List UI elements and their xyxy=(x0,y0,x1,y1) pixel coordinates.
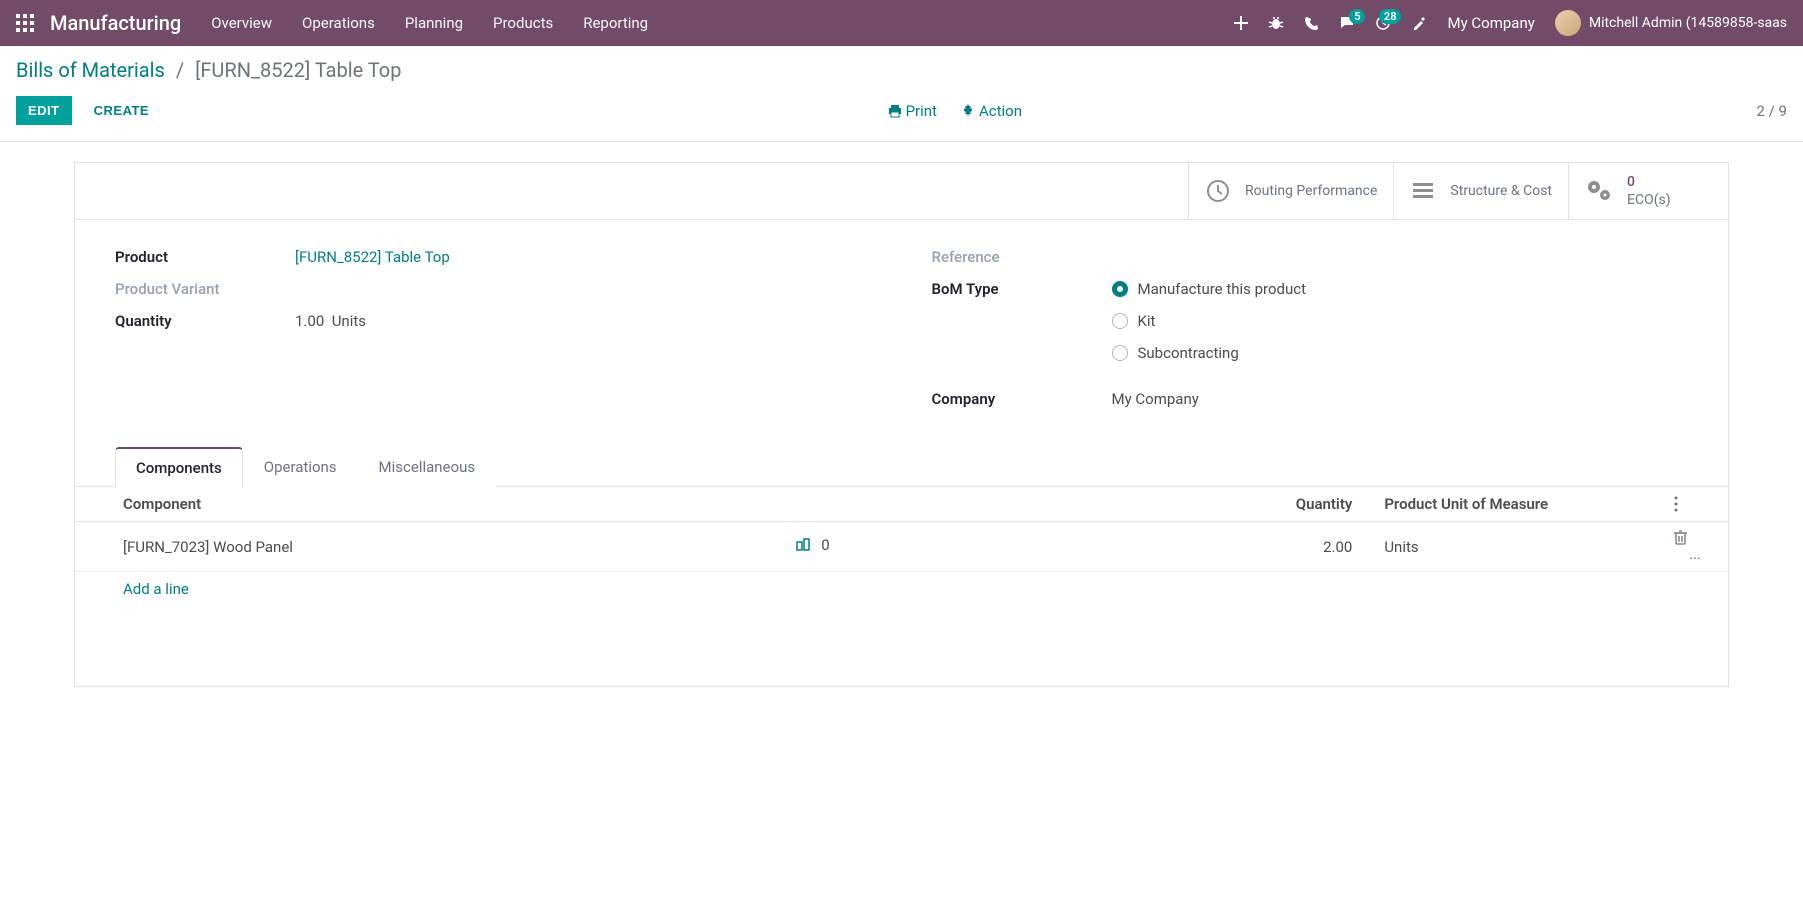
create-button[interactable]: CREATE xyxy=(90,96,153,125)
component-name: [FURN_7023] Wood Panel xyxy=(123,538,293,556)
phone-icon[interactable] xyxy=(1304,16,1319,31)
stat-routing[interactable]: Routing Performance xyxy=(1188,163,1393,219)
user-menu[interactable]: Mitchell Admin (14589858-saas xyxy=(1555,10,1787,36)
navbar-right: 5 28 My Company Mitchell Admin (14589858… xyxy=(1234,10,1787,36)
variant-label: Product Variant xyxy=(115,280,295,298)
trash-icon xyxy=(1674,530,1716,545)
reference-label: Reference xyxy=(932,248,1112,266)
nav-planning[interactable]: Planning xyxy=(405,14,463,32)
print-icon xyxy=(888,104,902,118)
breadcrumb: Bills of Materials / [FURN_8522] Table T… xyxy=(16,58,1787,82)
tab-components-content: Component Quantity Product Unit of Measu… xyxy=(75,487,1728,686)
form-sheet: Routing Performance Structure & Cost 0EC… xyxy=(74,162,1729,687)
plus-icon[interactable] xyxy=(1234,16,1248,30)
print-button[interactable]: Print xyxy=(888,102,937,120)
forecast-icon[interactable] xyxy=(795,536,811,554)
nav-overview[interactable]: Overview xyxy=(211,14,272,32)
product-label: Product xyxy=(115,248,295,266)
clock-icon xyxy=(1205,178,1231,204)
qty-value: 1.00 Units xyxy=(295,312,872,330)
stat-buttons: Routing Performance Structure & Cost 0EC… xyxy=(75,163,1728,220)
form-right: Reference BoM Type Manufacture this prod… xyxy=(932,248,1689,422)
messaging-icon[interactable]: 5 xyxy=(1339,15,1355,31)
nav-products[interactable]: Products xyxy=(493,14,553,32)
activities-icon[interactable]: 28 xyxy=(1375,15,1391,31)
radio-checked-icon xyxy=(1112,281,1128,297)
radio-unchecked-icon xyxy=(1112,313,1128,329)
nav-links: Overview Operations Planning Products Re… xyxy=(211,14,648,32)
nav-operations[interactable]: Operations xyxy=(302,14,375,32)
bomtype-manufacture[interactable]: Manufacture this product xyxy=(1112,280,1689,298)
th-qty: Quantity xyxy=(1199,487,1364,522)
bomtype-kit[interactable]: Kit xyxy=(1112,312,1689,330)
action-button[interactable]: Action xyxy=(961,102,1022,120)
tab-components[interactable]: Components xyxy=(115,447,243,487)
breadcrumb-root[interactable]: Bills of Materials xyxy=(16,58,165,82)
gear-icon xyxy=(961,104,975,118)
tools-icon[interactable] xyxy=(1411,15,1427,31)
th-uom: Product Unit of Measure xyxy=(1364,487,1662,522)
breadcrumb-sep: / xyxy=(176,58,184,82)
stat-structure[interactable]: Structure & Cost xyxy=(1393,163,1568,219)
bomtype-subcontracting[interactable]: Subcontracting xyxy=(1112,344,1689,362)
radio-unchecked-icon xyxy=(1112,345,1128,361)
components-table: Component Quantity Product Unit of Measu… xyxy=(75,487,1728,572)
company-value: My Company xyxy=(1112,390,1689,408)
stat-eco[interactable]: 0ECO(s) xyxy=(1568,163,1728,219)
edit-button[interactable]: EDIT xyxy=(16,96,72,125)
add-line-link[interactable]: Add a line xyxy=(75,572,1728,606)
tab-misc[interactable]: Miscellaneous xyxy=(358,447,497,487)
reference-value xyxy=(1112,248,1689,266)
control-panel: Bills of Materials / [FURN_8522] Table T… xyxy=(0,46,1803,142)
bomtype-label: BoM Type xyxy=(932,280,1112,298)
tabs: Components Operations Miscellaneous xyxy=(75,446,1728,487)
bug-icon[interactable] xyxy=(1268,15,1284,31)
row-delete[interactable]: ... xyxy=(1662,522,1728,572)
product-link[interactable]: [FURN_8522] Table Top xyxy=(295,248,450,266)
qty-label: Quantity xyxy=(115,312,295,330)
company-selector[interactable]: My Company xyxy=(1447,14,1534,32)
row-uom: Units xyxy=(1364,522,1662,572)
table-row[interactable]: [FURN_7023] Wood Panel 0 2.00 Units ... xyxy=(75,522,1728,572)
form-left: Product [FURN_8522] Table Top Product Va… xyxy=(115,248,872,422)
top-navbar: Manufacturing Overview Operations Planni… xyxy=(0,0,1803,46)
tab-operations[interactable]: Operations xyxy=(243,447,358,487)
app-name[interactable]: Manufacturing xyxy=(50,11,181,35)
apps-icon[interactable] xyxy=(16,14,34,32)
bomtype-group: Manufacture this product Kit Subcontract… xyxy=(1112,280,1689,376)
zero-indicator: 0 xyxy=(821,536,829,554)
nav-reporting[interactable]: Reporting xyxy=(583,14,648,32)
messaging-badge: 5 xyxy=(1349,9,1365,24)
th-component: Component xyxy=(75,487,769,522)
activities-badge: 28 xyxy=(1379,9,1402,24)
username: Mitchell Admin (14589858-saas xyxy=(1589,15,1787,31)
variant-value xyxy=(295,280,872,298)
company-label: Company xyxy=(932,390,1112,408)
avatar xyxy=(1555,10,1581,36)
list-icon xyxy=(1410,178,1436,204)
th-options[interactable] xyxy=(1662,487,1728,522)
breadcrumb-current: [FURN_8522] Table Top xyxy=(195,58,401,82)
row-qty: 2.00 xyxy=(1199,522,1364,572)
cogs-icon xyxy=(1585,178,1613,204)
pager[interactable]: 2 / 9 xyxy=(1757,102,1788,120)
